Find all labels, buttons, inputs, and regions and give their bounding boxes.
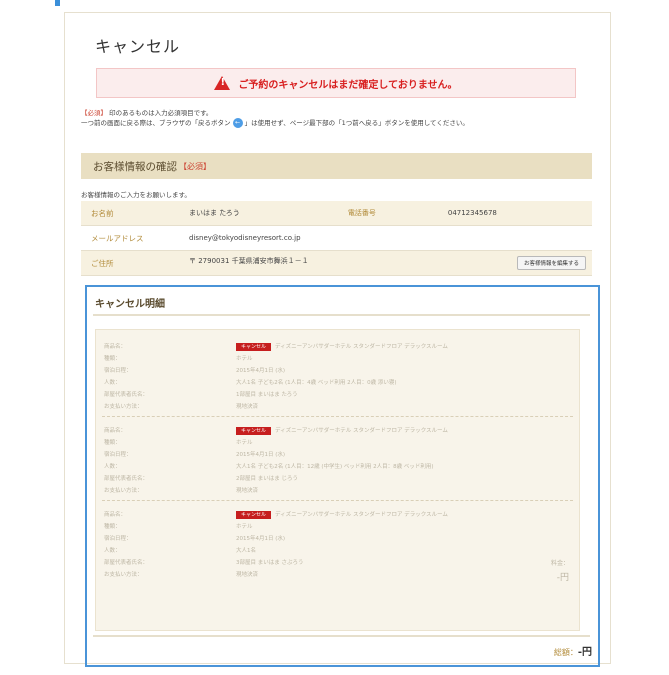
name-value: まいはま たろう [179,201,338,226]
date-label: 宿泊日程： [104,536,132,542]
back-arrow-icon: ← [232,118,243,128]
cancel-details-box: キャンセル明細 商品名： キャンセル ディズニーアンバサダーホテル スタンダードフロ… [85,285,600,667]
email-label: メールアドレス [81,225,179,251]
address-cell: 〒 2790031 千葉県浦安市舞浜１－１ お客様情報を編集する [179,250,592,276]
product-label: 商品名： [104,344,127,350]
address-row: ご住所 〒 2790031 千葉県浦安市舞浜１－１ お客様情報を編集する [81,250,592,276]
total-amount: 総額：-円 [554,643,592,658]
back-note: 一つ前の画面に戻る際は、ブラウザの「戻るボタン ← 」は使用せず、ページ最下部の… [81,118,469,128]
edit-customer-button[interactable]: お客様情報を編集する [516,256,586,270]
date-value: 2015年4月1日 (水) [236,536,286,542]
email-value: disney@tokyodisneyresort.co.jp [179,225,592,251]
people-value: 大人1名 [236,548,256,554]
required-text: 印のあるものは入力必須項目です。 [109,109,213,117]
people-label: 人数： [104,380,121,386]
type-value: ホテル [236,356,253,362]
total-label: 総額： [553,648,578,657]
required-note: 【必須】 印のあるものは入力必須項目です。 [81,108,469,118]
required-prefix: 【必須】 [81,109,107,117]
product-value: ディズニーアンバサダーホテル スタンダードフロア デラックスルーム [275,344,448,350]
page-title: キャンセル [95,37,181,56]
item-divider [102,416,573,417]
date-value: 2015年4月1日 (水) [236,368,286,374]
cancel-badge: キャンセル [236,511,272,519]
phone-label: 電話番号 [337,201,438,226]
rep-label: 部屋代表者氏名： [104,476,149,482]
rep-label: 部屋代表者氏名： [104,392,149,398]
cancel-details-list: 商品名： キャンセル ディズニーアンバサダーホテル スタンダードフロア デラックスル… [95,329,580,631]
cancel-page: キャンセル ご予約のキャンセルはまだ確定しておりません。 【必須】 印のあるもの… [64,12,611,667]
product-label: 商品名： [104,428,127,434]
cancel-badge: キャンセル [236,427,272,435]
payment-label: お支払い方法： [104,488,143,494]
rep-label: 部屋代表者氏名： [104,560,149,566]
fee-value: -円 [556,573,569,583]
people-value: 大人1名 子ども2名 (1人目：12歳 (中学生) ベッド利用 2人目：8歳 ベ… [236,464,434,470]
cancel-details-heading: キャンセル明細 [95,299,165,310]
total-rule [93,635,590,637]
total-value: -円 [577,647,592,658]
payment-value: 現地決済 [236,404,259,410]
product-label: 商品名： [104,512,127,518]
address-value: 〒 2790031 千葉県浦安市舞浜１－１ [189,257,309,265]
payment-label: お支払い方法： [104,572,143,578]
details-rule [93,314,590,316]
date-label: 宿泊日程： [104,368,132,374]
corner-marker [55,0,60,6]
customer-info-heading: お客様情報の確認 【必須】 [81,153,592,179]
people-label: 人数： [104,548,121,554]
customer-heading-text: お客様情報の確認 [93,160,177,173]
type-value: ホテル [236,440,253,446]
name-row: お名前 まいはま たろう 電話番号 04712345678 [81,201,592,226]
notes: 【必須】 印のあるものは入力必須項目です。 一つ前の画面に戻る際は、ブラウザの「… [81,108,469,128]
date-label: 宿泊日程： [104,452,132,458]
email-row: メールアドレス disney@tokyodisneyresort.co.jp [81,225,592,251]
date-value: 2015年4月1日 (水) [236,452,286,458]
address-label: ご住所 [81,250,179,276]
people-value: 大人1名 子ども2名 (1人目：4歳 ベッド利用 2人目：0歳 添い寝) [236,380,397,386]
fee-label: 料金： [550,560,569,567]
type-label: 種類： [104,356,121,362]
customer-info-table: お名前 まいはま たろう 電話番号 04712345678 メールアドレス di… [81,201,592,276]
name-label: お名前 [81,201,179,226]
payment-value: 現地決済 [236,488,259,494]
payment-label: お支払い方法： [104,404,143,410]
back-note-part1: 一つ前の画面に戻る際は、ブラウザの「戻るボタン [81,119,231,127]
payment-value: 現地決済 [236,572,259,578]
alert-text: ご予約のキャンセルはまだ確定しておりません。 [238,79,458,91]
product-value: ディズニーアンバサダーホテル スタンダードフロア デラックスルーム [275,428,448,434]
people-label: 人数： [104,464,121,470]
type-label: 種類： [104,440,121,446]
phone-value: 04712345678 [437,201,592,226]
unconfirmed-alert: ご予約のキャンセルはまだ確定しておりません。 [96,68,576,98]
rep-value: 2部屋目 まいはま じろう [236,476,298,482]
type-value: ホテル [236,524,253,530]
warning-icon [214,76,231,90]
rep-value: 3部屋目 まいはま さぶろう [236,560,304,566]
customer-heading-required: 【必須】 [179,161,211,171]
cancel-badge: キャンセル [236,343,272,351]
rep-value: 1部屋目 まいはま たろう [236,392,298,398]
item-divider [102,500,573,501]
product-value: ディズニーアンバサダーホテル スタンダードフロア デラックスルーム [275,512,448,518]
type-label: 種類： [104,524,121,530]
customer-subtitle: お客様情報のご入力をお願いします。 [81,191,191,199]
back-note-part2: 」は使用せず、ページ最下部の「1つ前へ戻る」ボタンを使用してください。 [244,119,469,127]
